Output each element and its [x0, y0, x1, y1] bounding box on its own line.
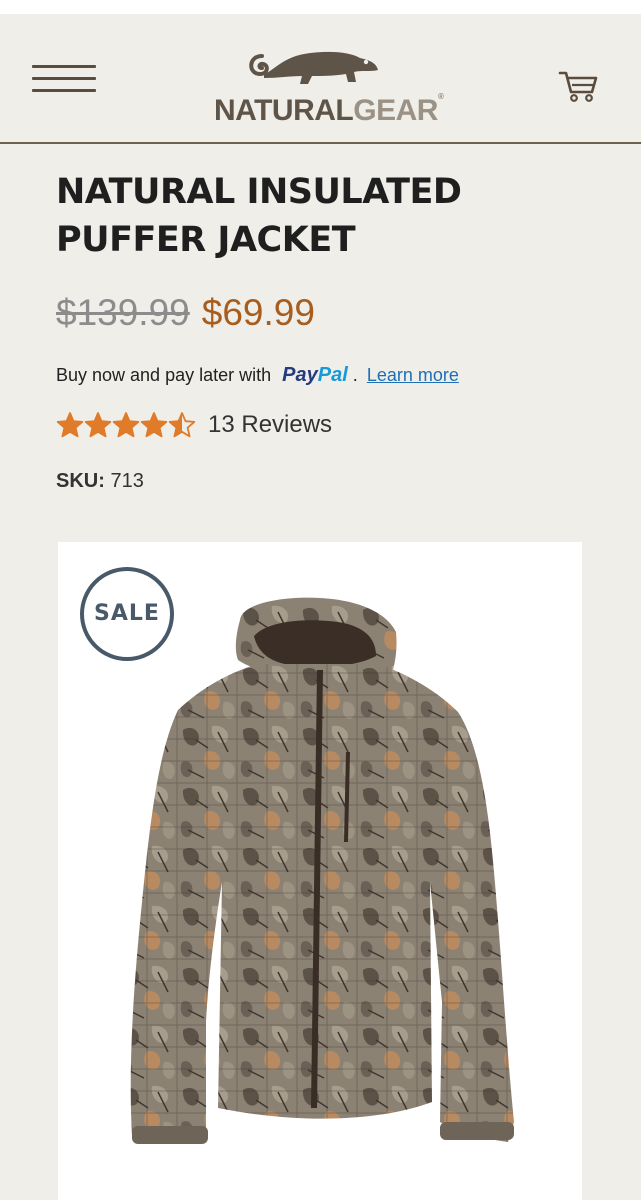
menu-line: [32, 65, 96, 68]
cart-button[interactable]: [558, 68, 600, 104]
brand-logo[interactable]: NATURALGEAR®: [200, 36, 444, 136]
star-half-icon: [168, 412, 196, 438]
star-full-icon: [140, 412, 168, 438]
sku-label: SKU:: [56, 470, 105, 492]
paypal-message: Buy now and pay later with PayPal . Lear…: [56, 364, 459, 387]
star-full-icon: [84, 412, 112, 438]
star-rating: [56, 411, 196, 439]
paypal-text: Buy now and pay later with: [56, 365, 272, 385]
registered-mark: ®: [437, 92, 444, 101]
menu-line: [32, 77, 96, 80]
reviews-count-link[interactable]: 13 Reviews: [208, 411, 332, 439]
paypal-separator: .: [352, 365, 358, 385]
product-title: NATURAL INSULATED PUFFER JACKET: [56, 172, 462, 260]
brand-name-part2: GEAR: [353, 94, 438, 127]
menu-line: [32, 89, 96, 92]
sale-price: $69.99: [201, 292, 315, 333]
brand-name-part1: NATURAL: [214, 94, 354, 127]
hamburger-menu-button[interactable]: [30, 62, 100, 96]
sale-badge-label: SALE: [94, 601, 160, 626]
star-full-icon: [112, 412, 140, 438]
sale-badge: SALE: [80, 567, 174, 661]
cart-icon: [558, 71, 598, 102]
original-price: $139.99: [56, 292, 190, 333]
paypal-logo: PayPal: [282, 364, 348, 386]
product-image[interactable]: SALE: [58, 542, 582, 1200]
rating-row[interactable]: 13 Reviews: [56, 408, 332, 442]
chameleon-logo-icon: [249, 51, 378, 84]
learn-more-link[interactable]: Learn more: [367, 365, 459, 385]
sku-value: 713: [110, 470, 144, 492]
star-full-icon: [56, 412, 84, 438]
top-strip: [0, 0, 641, 14]
brand-wordmark: NATURALGEAR®: [214, 92, 444, 128]
price-row: $139.99 $69.99: [56, 292, 315, 334]
site-header: NATURALGEAR®: [0, 14, 641, 144]
paypal-logo-part1: Pay: [282, 364, 318, 386]
paypal-logo-part2: Pal: [317, 364, 348, 386]
sku-row: SKU: 713: [56, 470, 144, 493]
